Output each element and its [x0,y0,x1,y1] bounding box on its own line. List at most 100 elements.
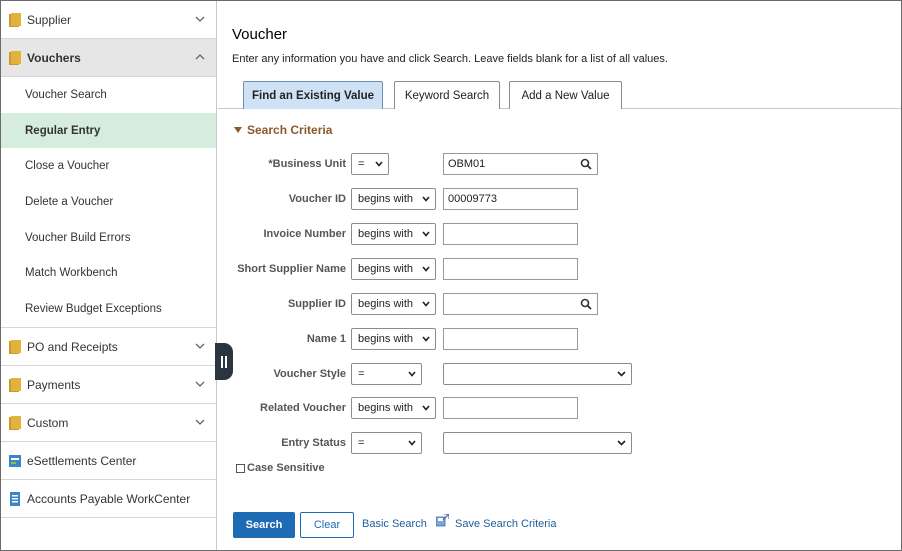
chevron-down-icon [617,371,626,377]
chevron-down-icon [422,266,430,272]
nav-group-custom[interactable]: Custom [1,404,216,442]
operator-value: = [358,158,365,170]
supplier-id-input[interactable] [443,293,598,315]
nav-item-delete-voucher[interactable]: Delete a Voucher [1,184,216,220]
invoice-number-input[interactable] [443,223,578,245]
nav-group-label: Custom [27,415,69,430]
nav-link-label: eSettlements Center [27,453,137,468]
field-label: Voucher Style [273,368,346,380]
operator-select[interactable]: = [351,432,422,454]
business-unit-input[interactable]: OBM01 [443,153,598,175]
search-tabs: Find an Existing Value Keyword Search Ad… [218,81,901,109]
sidebar: Supplier Vouchers Voucher Search Regular… [1,1,217,550]
short-supplier-name-input[interactable] [443,258,578,280]
case-sensitive-label: Case Sensitive [247,462,325,474]
nav-group-payments[interactable]: Payments [1,366,216,404]
chevron-down-icon [408,371,416,377]
case-sensitive-checkbox[interactable] [236,463,245,473]
operator-value: = [358,437,365,449]
criteria-row-voucher-id: Voucher ID begins with 00009773 [218,188,901,212]
workcenter-icon [9,454,21,467]
chevron-down-icon [408,440,416,446]
chevron-down-icon [195,16,205,22]
operator-select[interactable]: = [351,153,389,175]
save-search-icon[interactable] [436,514,449,527]
search-criteria-toggle[interactable]: Search Criteria [234,123,332,137]
case-sensitive-option[interactable]: Case Sensitive [236,462,325,474]
search-criteria-heading: Search Criteria [247,123,333,137]
criteria-row-name-1: Name 1 begins with [218,328,901,352]
nav-item-match-workbench[interactable]: Match Workbench [1,255,216,291]
chevron-down-icon [195,381,205,387]
nav-item-review-budget-exceptions[interactable]: Review Budget Exceptions [1,291,216,327]
page-title: Voucher [232,26,288,43]
nav-link-ap-workcenter[interactable]: Accounts Payable WorkCenter [1,480,216,518]
nav-group-label: Supplier [27,13,72,27]
tab-find-existing-value[interactable]: Find an Existing Value [243,81,383,109]
nav-group-label: Vouchers [27,51,81,65]
operator-select[interactable]: begins with [351,328,436,350]
chevron-down-icon [195,419,205,425]
search-icon[interactable] [580,158,592,170]
operator-select[interactable]: begins with [351,397,436,419]
operator-select[interactable]: = [351,363,422,385]
field-label: *Business Unit [268,158,346,170]
operator-value: begins with [358,298,414,310]
nav-item-close-voucher[interactable]: Close a Voucher [1,148,216,184]
chevron-up-icon [195,54,205,60]
input-value: 00009773 [448,193,497,205]
operator-value: begins with [358,193,414,205]
field-label: Voucher ID [288,193,346,205]
voucher-id-input[interactable]: 00009773 [443,188,578,210]
nav-link-esettlements-center[interactable]: eSettlements Center [1,442,216,480]
operator-select[interactable]: begins with [351,258,436,280]
basic-search-link[interactable]: Basic Search [362,518,427,530]
field-label: Short Supplier Name [237,263,346,275]
operator-select[interactable]: begins with [351,223,436,245]
operator-value: begins with [358,333,414,345]
criteria-row-business-unit: *Business Unit = OBM01 [218,153,901,177]
voucher-style-select[interactable] [443,363,632,385]
nav-group-vouchers[interactable]: Vouchers [1,39,216,77]
search-button[interactable]: Search [233,512,295,538]
nav-item-regular-entry[interactable]: Regular Entry [1,112,216,149]
folder-icon [9,415,21,430]
nav-link-label: Accounts Payable WorkCenter [27,491,191,506]
operator-value: begins with [358,228,414,240]
operator-select[interactable]: begins with [351,188,436,210]
criteria-row-entry-status: Entry Status = [218,432,901,456]
chevron-down-icon [422,196,430,202]
entry-status-select[interactable] [443,432,632,454]
save-search-criteria-link[interactable]: Save Search Criteria [455,518,557,530]
tab-add-new-value[interactable]: Add a New Value [509,81,622,109]
criteria-row-voucher-style: Voucher Style = [218,363,901,387]
field-label: Supplier ID [287,298,346,310]
chevron-down-icon [195,343,205,349]
criteria-row-related-voucher: Related Voucher begins with [218,397,901,421]
chevron-down-icon [422,405,430,411]
nav-item-voucher-build-errors[interactable]: Voucher Build Errors [1,220,216,256]
folder-icon [9,51,21,65]
input-value: OBM01 [448,158,486,170]
field-label: Name 1 [306,333,346,345]
nav-group-supplier[interactable]: Supplier [1,1,216,39]
chevron-down-icon [375,161,383,167]
folder-icon [9,377,21,392]
collapse-triangle-icon [234,127,242,133]
field-label: Entry Status [281,437,346,449]
nav-group-po-receipts[interactable]: PO and Receipts [1,328,216,366]
criteria-row-supplier-id: Supplier ID begins with [218,293,901,317]
nav-item-voucher-search[interactable]: Voucher Search [1,77,216,113]
chevron-down-icon [422,301,430,307]
field-label: Invoice Number [263,228,346,240]
tab-keyword-search[interactable]: Keyword Search [394,81,500,109]
clear-button[interactable]: Clear [300,512,354,538]
operator-select[interactable]: begins with [351,293,436,315]
search-icon[interactable] [580,298,592,310]
operator-value: begins with [358,263,414,275]
related-voucher-input[interactable] [443,397,578,419]
name-1-input[interactable] [443,328,578,350]
chevron-down-icon [617,440,626,446]
main-content: Voucher Enter any information you have a… [218,1,901,550]
folder-icon [9,13,21,27]
